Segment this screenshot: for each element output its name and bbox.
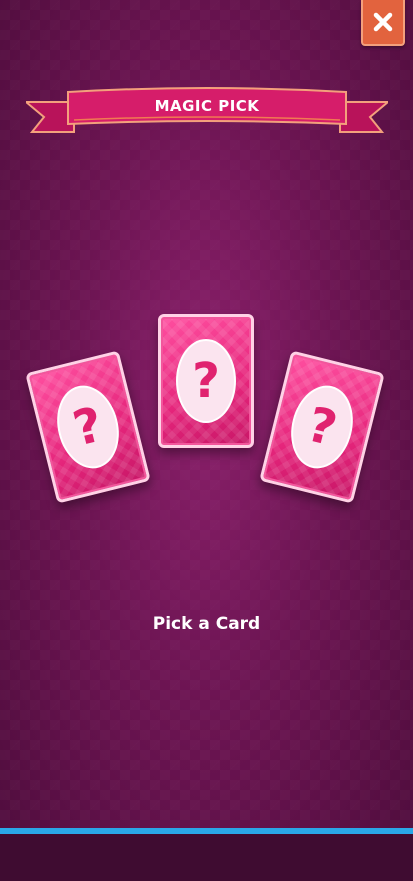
bottom-bar [0,834,413,881]
question-mark-icon: ? [192,353,220,409]
instruction-text: Pick a Card [152,614,261,634]
title-banner: MAGIC PICK [23,84,391,140]
game-screen: MAGIC PICK ? ? ? Pick a Card [0,0,413,881]
card-oval: ? [176,339,236,423]
card-left[interactable]: ? [25,350,151,504]
page-title: MAGIC PICK [154,97,260,115]
card-right[interactable]: ? [259,350,385,504]
card-oval: ? [48,378,128,476]
card-middle[interactable]: ? [158,314,254,448]
card-oval: ? [282,378,362,476]
question-mark-icon: ? [301,396,343,458]
close-button[interactable] [361,0,405,46]
question-mark-icon: ? [67,396,109,458]
close-icon [373,12,393,32]
